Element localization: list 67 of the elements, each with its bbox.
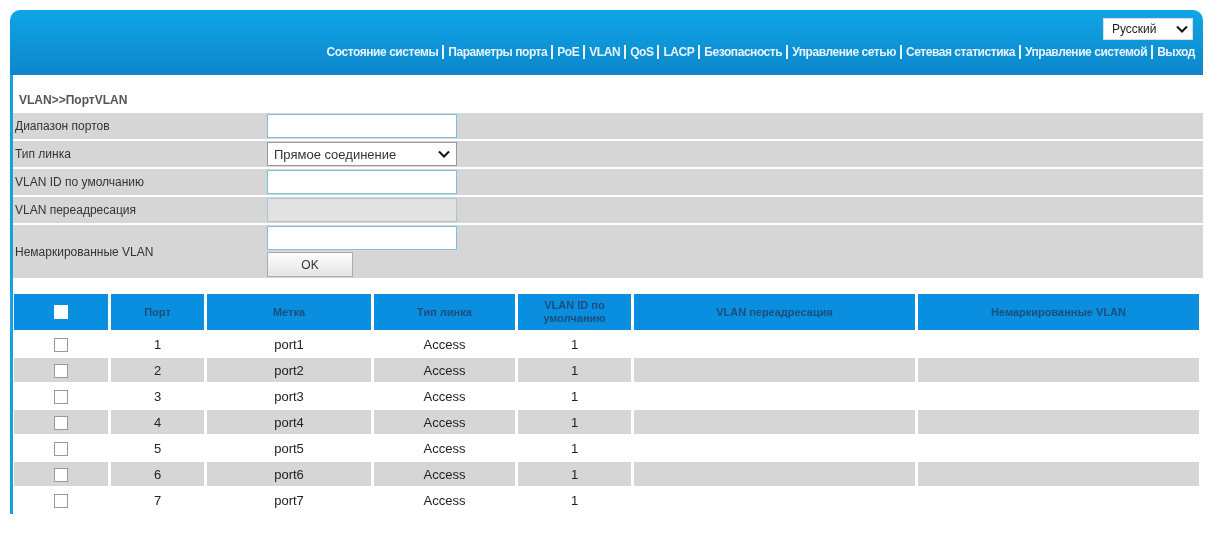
table-cell-text: 3 [152, 387, 163, 406]
input-field[interactable] [267, 226, 457, 250]
breadcrumb: VLAN>>ПортVLAN [18, 92, 129, 109]
table-cell-text: 7 [152, 491, 163, 510]
table-cell: port4 [207, 410, 371, 434]
row-checkbox[interactable] [54, 337, 68, 352]
nav-link[interactable]: Сетевая статистика [899, 45, 1019, 59]
table-cell: port6 [207, 462, 371, 486]
row-checkbox[interactable] [54, 363, 68, 378]
table-cell: 2 [111, 358, 204, 382]
table-cell-text: 1 [569, 439, 580, 458]
field-label: VLAN переадресация [14, 203, 137, 217]
row-checkbox[interactable] [54, 415, 68, 430]
ok-button[interactable]: OK [267, 252, 353, 277]
table-cell: 1 [518, 358, 631, 382]
input-field[interactable] [267, 114, 457, 138]
table-cell-text: port5 [273, 439, 305, 458]
table-cell: Access [374, 358, 515, 382]
chevron-down-icon [438, 150, 450, 158]
nav-link[interactable]: Безопасность [698, 45, 787, 59]
table-cell-text: 1 [152, 335, 163, 354]
nav-link[interactable]: Состояние системы [322, 45, 443, 59]
table-cell-text: Access [422, 387, 467, 406]
table-cell-text: 1 [569, 335, 580, 354]
table-cell-text: Access [422, 439, 467, 458]
table-cell-text: port3 [273, 387, 305, 406]
link-type-select[interactable]: Прямое соединение [267, 142, 457, 166]
language-select[interactable]: Русский [1103, 18, 1193, 40]
select-all-checkbox[interactable] [54, 305, 68, 320]
table-cell-text: 1 [569, 491, 580, 510]
table-cell: 6 [111, 462, 204, 486]
table-cell: 1 [518, 462, 631, 486]
row-checkbox[interactable] [54, 493, 68, 508]
field-label: Немаркированные VLAN [14, 244, 155, 259]
table-cell-text: port1 [273, 335, 305, 354]
table-cell: 1 [518, 410, 631, 434]
column-header: VLAN ID по умолчанию [518, 294, 631, 330]
column-header: Немаркированные VLAN [918, 294, 1199, 330]
nav-link[interactable]: LACP [657, 45, 699, 59]
table-cell-text: Access [422, 491, 467, 510]
nav-link[interactable]: QoS [624, 45, 658, 59]
chevron-down-icon [1176, 25, 1188, 33]
nav-link[interactable]: Управление сетью [786, 45, 900, 59]
nav-link[interactable]: Параметры порта [442, 45, 552, 59]
table-cell-text: port7 [273, 491, 305, 510]
table-cell-text: 5 [152, 439, 163, 458]
table-cell: Access [374, 410, 515, 434]
row-checkbox[interactable] [54, 441, 68, 456]
table-cell-text: 1 [569, 387, 580, 406]
column-header: Метка [207, 294, 371, 330]
table-cell: port2 [207, 358, 371, 382]
nav-link[interactable]: PoE [551, 45, 584, 59]
field-label: Тип линка [14, 147, 72, 161]
input-field[interactable] [267, 170, 457, 194]
table-cell: Access [374, 462, 515, 486]
column-header: Порт [111, 294, 204, 330]
row-checkbox[interactable] [54, 389, 68, 404]
table-cell-text: Access [422, 335, 467, 354]
nav-link[interactable]: Управление системой [1018, 45, 1152, 59]
field-label: Диапазон портов [14, 119, 111, 133]
nav-link[interactable]: Выход [1151, 45, 1199, 59]
column-header: Тип линка [374, 294, 515, 330]
field-label: VLAN ID по умолчанию [14, 175, 146, 189]
nav-link[interactable]: VLAN [583, 45, 625, 59]
row-checkbox[interactable] [54, 467, 68, 482]
column-header: VLAN переадресация [634, 294, 915, 330]
table-cell: 4 [111, 410, 204, 434]
